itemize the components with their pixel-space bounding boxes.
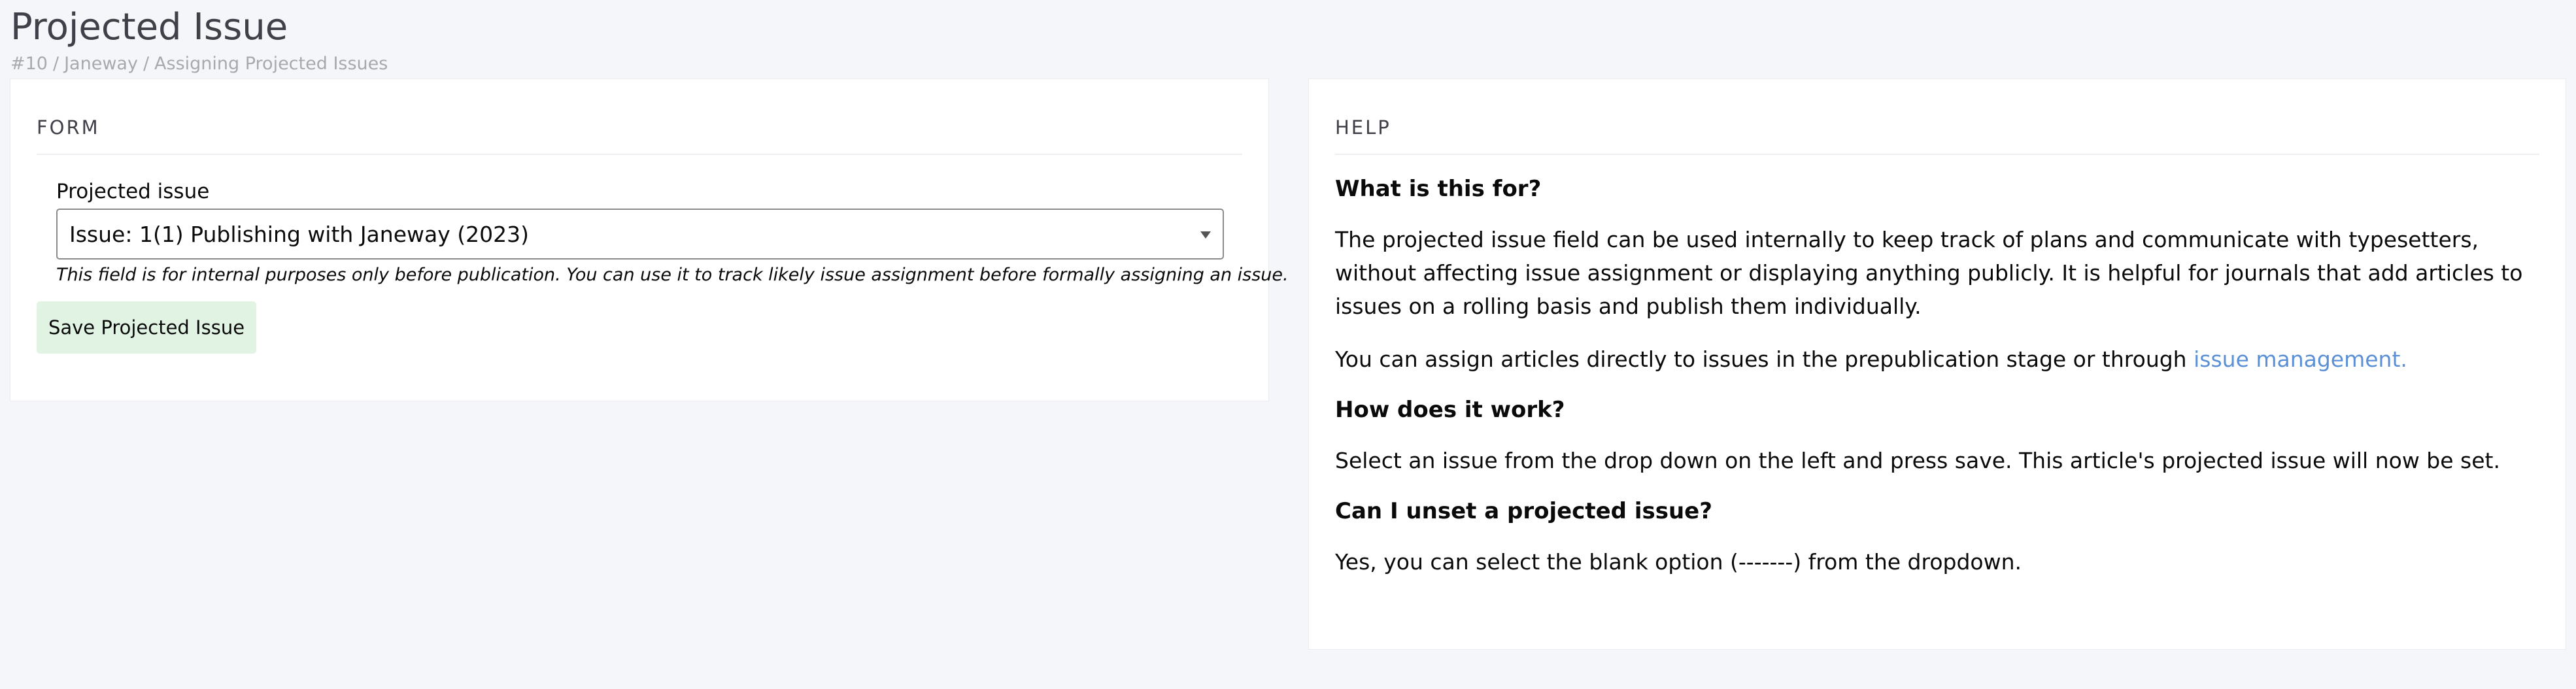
breadcrumb-separator: / (52, 54, 59, 74)
breadcrumb-separator: / (143, 54, 150, 74)
help-answer-unset: Yes, you can select the blank option (--… (1335, 549, 2022, 575)
breadcrumb-item-submission[interactable]: #10 (10, 54, 48, 74)
projected-issue-selected-value: Issue: 1(1) Publishing with Janeway (202… (69, 222, 529, 247)
projected-issue-label: Projected issue (56, 180, 210, 203)
breadcrumb-item-current: Assigning Projected Issues (154, 54, 388, 74)
help-question-how: How does it work? (1335, 397, 1565, 423)
help-content: What is this for? The projected issue fi… (1335, 175, 2545, 598)
form-card-heading: FORM (37, 114, 1242, 155)
help-question-unset: Can I unset a projected issue? (1335, 498, 1712, 524)
projected-issue-help-text: This field is for internal purposes only… (56, 265, 1289, 285)
help-answer-how: Select an issue from the drop down on th… (1335, 448, 2500, 473)
page-title: Projected Issue (10, 6, 288, 48)
issue-management-link[interactable]: issue management. (2194, 346, 2407, 372)
help-assign-paragraph: You can assign articles directly to issu… (1335, 343, 2545, 376)
chevron-down-icon (1200, 231, 1211, 239)
projected-issue-select[interactable]: Issue: 1(1) Publishing with Janeway (202… (56, 209, 1224, 260)
breadcrumb: #10/Janeway / Assigning Projected Issues (10, 52, 388, 76)
help-question-purpose: What is this for? (1335, 176, 1542, 202)
help-answer-purpose: The projected issue field can be used in… (1335, 227, 2523, 319)
help-assign-text: You can assign articles directly to issu… (1335, 346, 2194, 372)
save-projected-issue-button[interactable]: Save Projected Issue (37, 301, 256, 354)
form-card: FORM Projected issue Issue: 1(1) Publish… (10, 78, 1289, 401)
help-card-heading: HELP (1335, 114, 2539, 155)
breadcrumb-item-janeway[interactable]: Janeway (64, 54, 138, 74)
help-card: HELP What is this for? The projected iss… (1308, 78, 2566, 650)
